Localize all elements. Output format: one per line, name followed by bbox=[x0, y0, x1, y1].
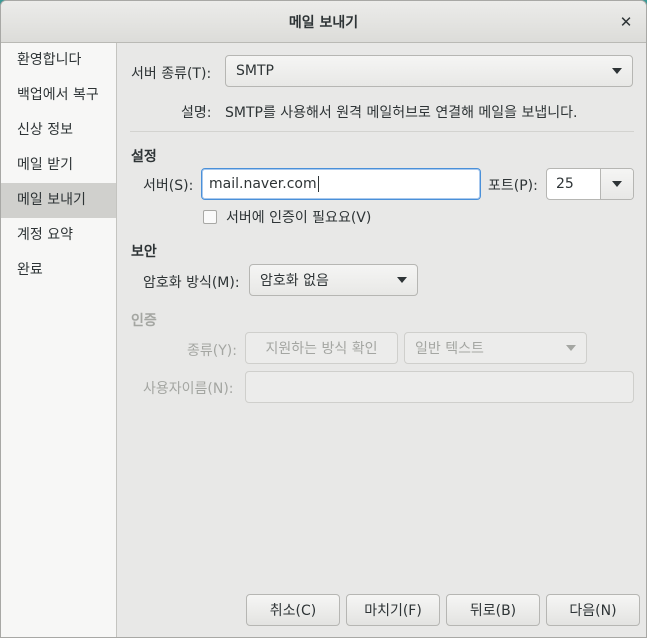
sidebar-item-restore-backup[interactable]: 백업에서 복구 bbox=[1, 78, 116, 113]
sidebar: 환영합니다 백업에서 복구 신상 정보 메일 받기 메일 보내기 계정 요약 완… bbox=[1, 43, 117, 637]
auth-required-checkbox[interactable]: 서버에 인증이 필요요(V) bbox=[203, 207, 371, 227]
next-button[interactable]: 다음(N) bbox=[546, 594, 640, 626]
settings-heading: 설정 bbox=[131, 149, 157, 165]
server-type-label: 서버 종류(T): bbox=[131, 66, 212, 82]
dialog-window: 메일 보내기 ✕ 환영합니다 백업에서 복구 신상 정보 메일 받기 메일 보내… bbox=[0, 0, 647, 638]
port-label: 포트(P): bbox=[488, 178, 538, 194]
sidebar-item-account-summary[interactable]: 계정 요약 bbox=[1, 218, 116, 253]
finish-button[interactable]: 마치기(F) bbox=[346, 594, 440, 626]
server-input-value: mail.naver.com bbox=[209, 176, 317, 192]
sidebar-item-welcome[interactable]: 환영합니다 bbox=[1, 43, 116, 78]
chevron-down-icon bbox=[612, 181, 622, 187]
chevron-down-icon bbox=[566, 345, 576, 351]
description-text: SMTP를 사용해서 원격 메일허브로 연결해 메일을 보냅니다. bbox=[225, 105, 578, 121]
username-label: 사용자이름(N): bbox=[143, 381, 234, 397]
security-heading: 보안 bbox=[131, 244, 157, 260]
auth-required-label: 서버에 인증이 필요요(V) bbox=[226, 210, 372, 226]
title-bar[interactable]: 메일 보내기 ✕ bbox=[1, 1, 646, 43]
auth-heading: 인증 bbox=[131, 313, 157, 329]
auth-type-value: 일반 텍스트 bbox=[415, 341, 484, 357]
description-label: 설명: bbox=[181, 105, 212, 121]
encryption-label: 암호화 방식(M): bbox=[143, 275, 240, 291]
sidebar-item-receiving-email[interactable]: 메일 받기 bbox=[1, 148, 116, 183]
sidebar-item-sending-email[interactable]: 메일 보내기 bbox=[1, 183, 116, 218]
encryption-dropdown[interactable]: 암호화 없음 bbox=[249, 264, 418, 296]
port-dropdown-button[interactable] bbox=[600, 169, 633, 199]
server-type-value: SMTP bbox=[236, 63, 274, 79]
sidebar-item-identity[interactable]: 신상 정보 bbox=[1, 113, 116, 148]
sidebar-item-done[interactable]: 완료 bbox=[1, 253, 116, 288]
chevron-down-icon bbox=[612, 68, 622, 74]
text-caret bbox=[317, 176, 319, 192]
encryption-value: 암호화 없음 bbox=[260, 273, 329, 289]
username-input[interactable] bbox=[245, 371, 634, 403]
server-input[interactable]: mail.naver.com bbox=[201, 168, 481, 200]
server-label: 서버(S): bbox=[143, 178, 194, 194]
separator bbox=[130, 131, 634, 132]
close-icon[interactable]: ✕ bbox=[616, 12, 636, 32]
auth-type-dropdown[interactable]: 일반 텍스트 bbox=[404, 332, 587, 364]
back-button[interactable]: 뒤로(B) bbox=[446, 594, 540, 626]
main-content: 서버 종류(T): SMTP 설명: SMTP를 사용해서 원격 메일허브로 연… bbox=[118, 43, 646, 637]
checkbox-box[interactable] bbox=[203, 210, 217, 224]
window-title: 메일 보내기 bbox=[288, 14, 359, 31]
chevron-down-icon bbox=[397, 277, 407, 283]
cancel-button[interactable]: 취소(C) bbox=[246, 594, 340, 626]
auth-type-label: 종류(Y): bbox=[187, 343, 237, 359]
check-supported-types-button[interactable]: 지원하는 방식 확인 bbox=[245, 332, 398, 364]
port-spinner[interactable]: 25 bbox=[546, 168, 634, 200]
server-type-dropdown[interactable]: SMTP bbox=[225, 55, 633, 87]
